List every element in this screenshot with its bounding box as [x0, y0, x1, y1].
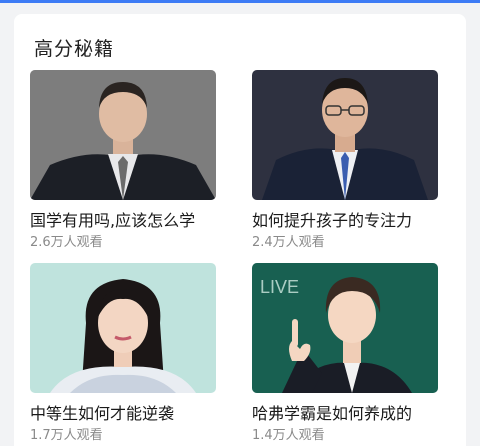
view-count: 2.6万人观看	[30, 235, 103, 250]
course-thumbnail[interactable]: LIVE	[252, 263, 438, 393]
course-card[interactable]: 中等生如何才能逆袭 1.7万人观看	[30, 263, 216, 445]
course-title[interactable]: 中等生如何才能逆袭	[30, 403, 216, 425]
course-title[interactable]: 国学有用吗,应该怎么学	[30, 210, 216, 232]
view-count: 1.7万人观看	[30, 428, 103, 443]
view-count: 2.4万人观看	[252, 235, 325, 250]
course-title[interactable]: 哈弗学霸是如何养成的	[252, 403, 438, 425]
man-portrait-image	[30, 70, 216, 200]
woman-portrait-image	[30, 263, 216, 393]
man-glasses-portrait-image	[252, 70, 438, 200]
live-badge: LIVE	[260, 277, 299, 297]
course-thumbnail[interactable]	[30, 70, 216, 200]
course-card[interactable]: 国学有用吗,应该怎么学 2.6万人观看	[30, 70, 216, 252]
courses-section: 高分秘籍 国学有用吗,应该怎么学 2.6万人观看 如何提升孩子的专注力 2.4万…	[14, 14, 466, 446]
course-thumbnail[interactable]	[252, 70, 438, 200]
section-title: 高分秘籍	[34, 38, 115, 60]
man-pointing-image: LIVE	[252, 263, 438, 393]
course-card[interactable]: LIVE 哈弗学霸是如何养成的 1.4万人观看	[252, 263, 438, 445]
course-card[interactable]: 如何提升孩子的专注力 2.4万人观看	[252, 70, 438, 252]
course-thumbnail[interactable]	[30, 263, 216, 393]
view-count: 1.4万人观看	[252, 428, 325, 443]
top-accent-bar	[0, 0, 480, 3]
course-title[interactable]: 如何提升孩子的专注力	[252, 210, 438, 232]
